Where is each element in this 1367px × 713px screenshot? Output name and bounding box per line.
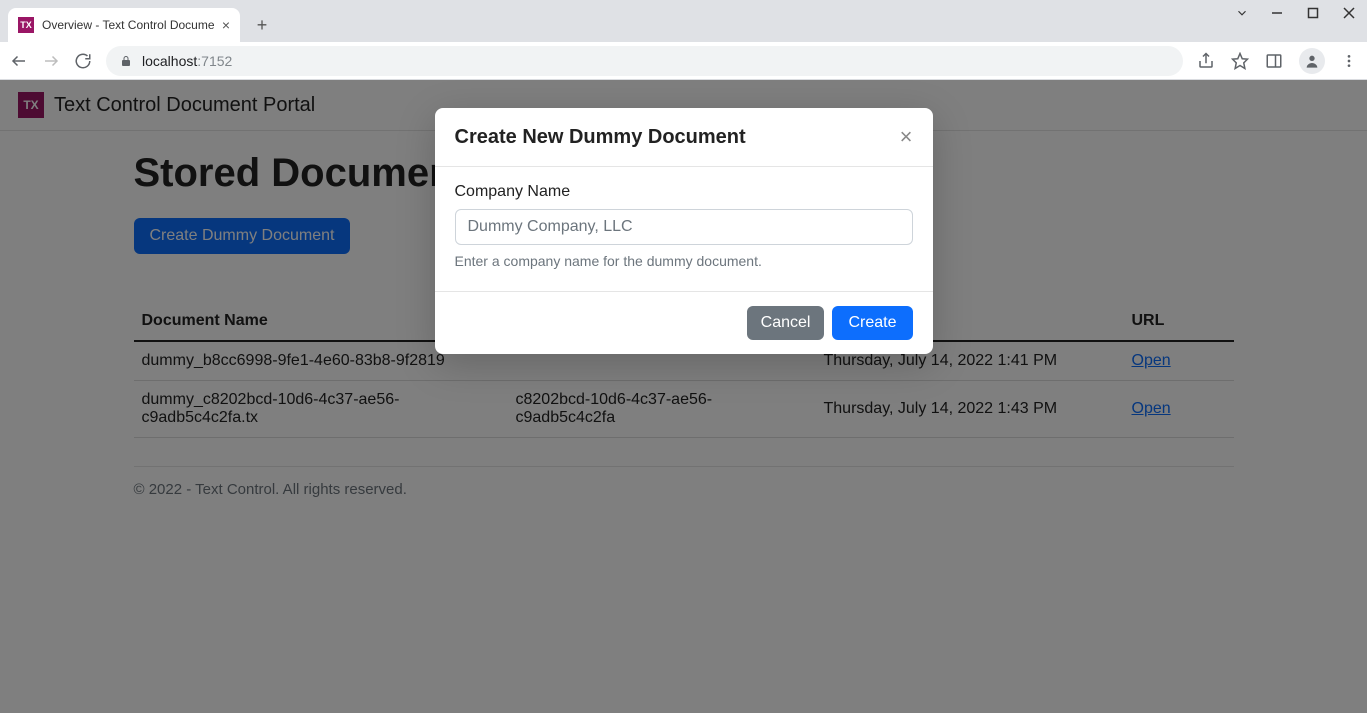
address-bar[interactable]: localhost:7152 (106, 46, 1183, 76)
browser-toolbar: localhost:7152 (0, 42, 1367, 80)
reload-button[interactable] (74, 52, 92, 70)
address-text: localhost:7152 (142, 53, 232, 69)
menu-icon[interactable] (1341, 53, 1357, 69)
tab-favicon: TX (18, 17, 34, 33)
create-button[interactable]: Create (832, 306, 912, 340)
profile-avatar[interactable] (1299, 48, 1325, 74)
lock-icon (120, 54, 132, 68)
create-document-modal: Create New Dummy Document × Company Name… (435, 108, 933, 354)
modal-close-icon[interactable]: × (900, 124, 913, 150)
browser-tab[interactable]: TX Overview - Text Control Docume × (8, 8, 240, 42)
minimize-button[interactable] (1271, 7, 1289, 19)
tab-close-icon[interactable]: × (222, 17, 230, 33)
company-name-input[interactable] (455, 209, 913, 245)
page-viewport: TX Text Control Document Portal Stored D… (0, 80, 1367, 713)
company-name-hint: Enter a company name for the dummy docum… (455, 253, 913, 269)
modal-header: Create New Dummy Document × (435, 108, 933, 167)
modal-body: Company Name Enter a company name for th… (435, 167, 933, 291)
new-tab-button[interactable]: + (248, 11, 276, 39)
share-icon[interactable] (1197, 52, 1215, 70)
browser-tab-strip: TX Overview - Text Control Docume × + (0, 0, 1367, 42)
chevron-down-icon[interactable] (1235, 6, 1253, 20)
address-port: :7152 (197, 53, 232, 69)
address-host: localhost (142, 53, 197, 69)
maximize-button[interactable] (1307, 7, 1325, 19)
cancel-button[interactable]: Cancel (747, 306, 825, 340)
modal-title: Create New Dummy Document (455, 126, 746, 149)
side-panel-icon[interactable] (1265, 52, 1283, 70)
close-window-button[interactable] (1343, 7, 1361, 19)
forward-button[interactable] (42, 52, 60, 70)
tab-title: Overview - Text Control Docume (42, 18, 214, 32)
window-controls (1235, 6, 1361, 20)
modal-footer: Cancel Create (435, 291, 933, 354)
company-name-label: Company Name (455, 183, 913, 201)
toolbar-right (1197, 48, 1357, 74)
back-button[interactable] (10, 52, 28, 70)
star-icon[interactable] (1231, 52, 1249, 70)
